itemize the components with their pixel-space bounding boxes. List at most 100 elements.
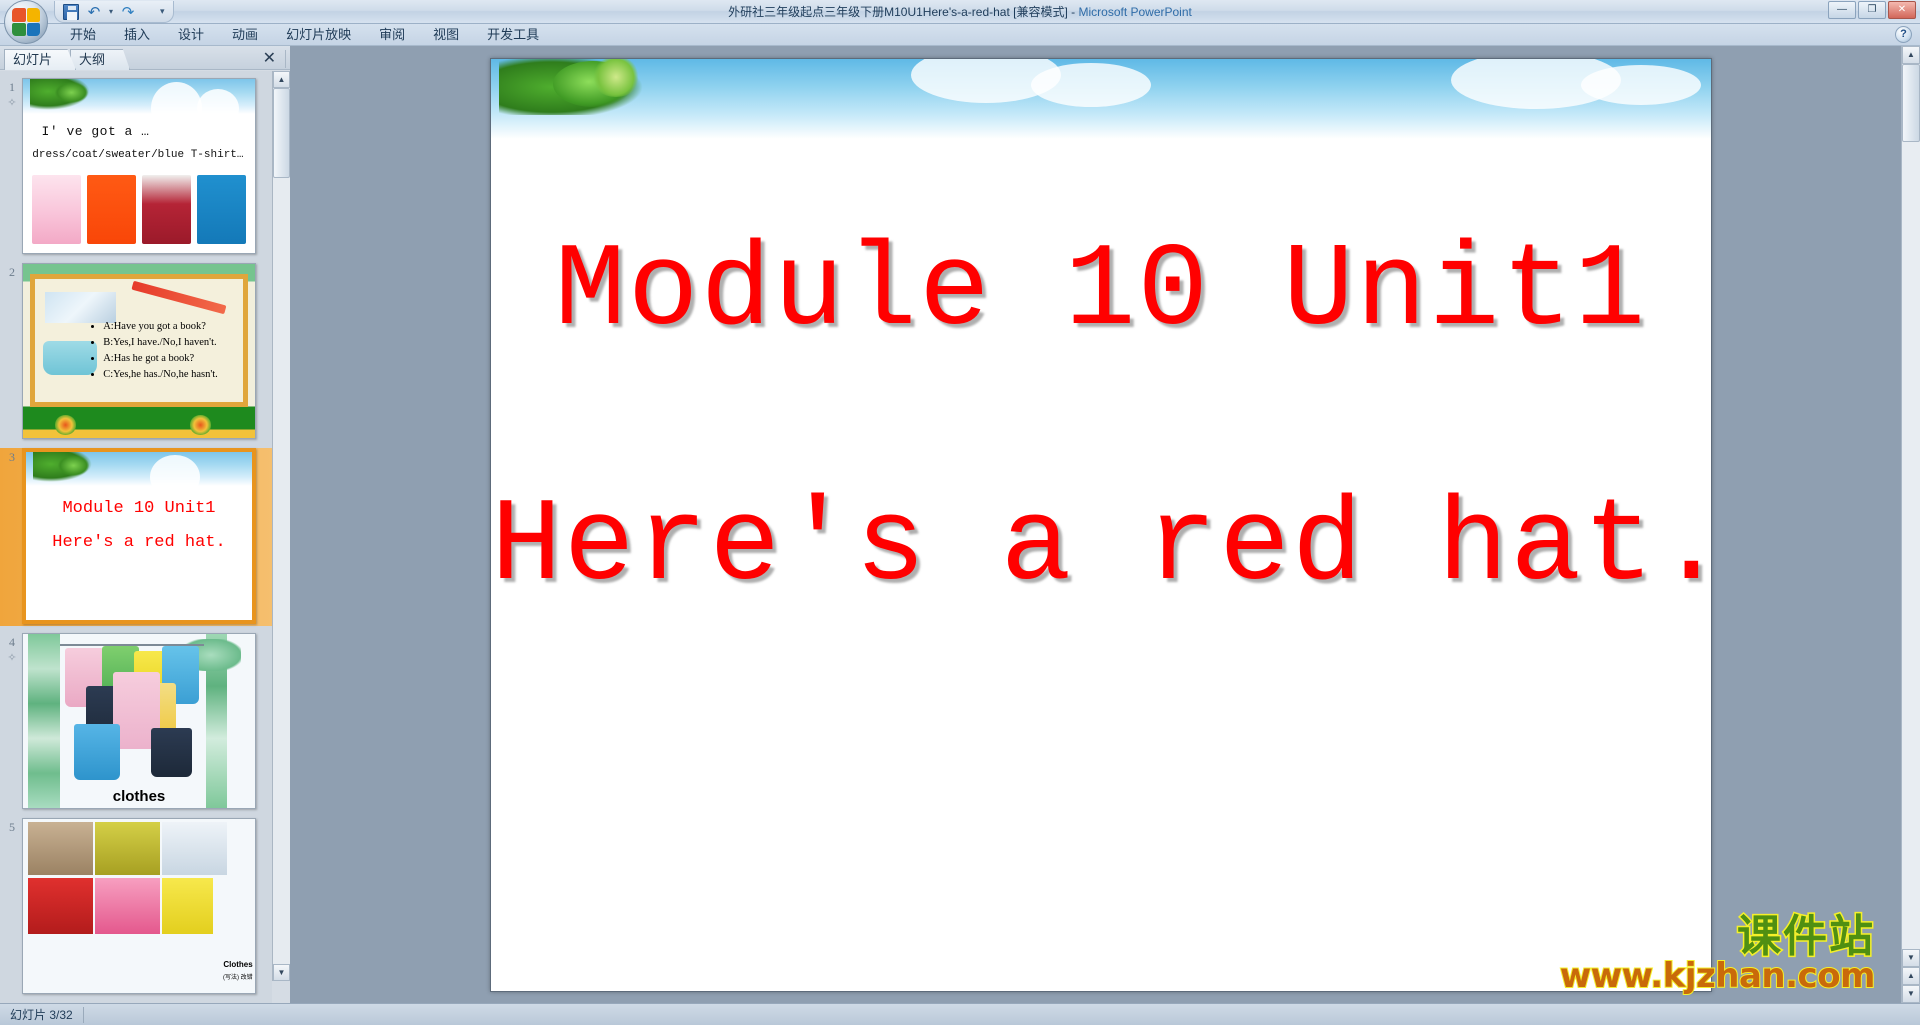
cloud-shape xyxy=(150,82,202,135)
slide3-title: Module 10 Unit1 xyxy=(62,499,216,519)
undo-dropdown-icon[interactable]: ▾ xyxy=(109,7,113,16)
slides-pane-scrollbar[interactable]: ▲ ▼ xyxy=(272,71,290,981)
status-bar: 幻灯片 3/32 xyxy=(0,1003,1920,1025)
slide-counter: 幻灯片 3/32 xyxy=(10,1007,73,1022)
sweater-image xyxy=(142,174,191,245)
slide4-label: clothes xyxy=(112,787,166,805)
slide2-dialogue-list: A:Have you got a book? B:Yes,I have./No,… xyxy=(93,319,237,384)
slide5-sublabel: (写法) 改错 xyxy=(223,974,253,981)
cloud-shape xyxy=(197,89,239,128)
ribbon-tab-bar: 开始 插入 设计 动画 幻灯片放映 审阅 视图 开发工具 ? xyxy=(0,24,1920,46)
window-controls: — ❐ ✕ xyxy=(1828,1,1916,19)
slide-subtitle[interactable]: Here's a red hat. xyxy=(491,489,1711,607)
tab-slideshow[interactable]: 幻灯片放映 xyxy=(272,24,365,46)
window-title-app: Microsoft PowerPoint xyxy=(1078,5,1192,19)
help-icon[interactable]: ? xyxy=(1895,26,1912,43)
animation-star-icon: ✧ xyxy=(7,652,17,664)
dress-image xyxy=(162,878,214,934)
scroll-down-icon[interactable]: ▼ xyxy=(1902,949,1920,967)
sweater-image xyxy=(27,878,93,934)
thumbnail-image: clothes xyxy=(22,633,256,809)
watermark-brand: 课件站 xyxy=(1735,911,1875,963)
leaf-decoration-icon xyxy=(57,455,90,476)
scroll-down-icon[interactable]: ▼ xyxy=(273,964,290,981)
list-item: C:Yes,he has./No,he hasn't. xyxy=(103,367,237,383)
clothing-item xyxy=(74,724,121,781)
thumbnail-image: Clothes (写法) 改错 xyxy=(22,818,256,994)
office-logo-icon xyxy=(12,8,40,36)
tab-review[interactable]: 审阅 xyxy=(365,24,419,46)
next-slide-icon[interactable]: ▼ xyxy=(1902,985,1920,1003)
cloud-shape xyxy=(1581,65,1701,105)
current-slide[interactable]: Module 10 Unit1 Here's a red hat. xyxy=(490,58,1712,992)
redo-icon[interactable]: ↷ xyxy=(120,4,136,20)
minimize-button[interactable]: — xyxy=(1828,1,1856,19)
slide5-label: Clothes xyxy=(223,959,253,969)
status-separator xyxy=(82,1006,84,1023)
trousers-image xyxy=(27,822,93,875)
shirt-image xyxy=(94,822,160,875)
pane-tab-outline[interactable]: 大纲 xyxy=(70,49,130,70)
thumbnail-number: 3 xyxy=(9,450,15,464)
previous-slide-icon[interactable]: ▲ xyxy=(1902,967,1920,985)
watermark: 课件站 www.kjzhan.com xyxy=(1559,911,1877,995)
slide-title[interactable]: Module 10 Unit1 xyxy=(491,234,1711,352)
window-title-separator: - xyxy=(1067,5,1079,19)
thumbnail-list[interactable]: 1 ✧ I' ve got a … dress/coat/sweater/blu… xyxy=(0,71,272,1003)
thumbnail-slide-2[interactable]: 2 A:Have you got a book? B:Yes,I have./N… xyxy=(0,263,272,441)
tab-design[interactable]: 设计 xyxy=(164,24,218,46)
coat-image xyxy=(87,174,136,245)
coat-image xyxy=(94,878,160,934)
tab-developer[interactable]: 开发工具 xyxy=(473,24,553,46)
animation-star-icon: ✧ xyxy=(7,97,17,109)
thumbnail-slide-4[interactable]: 4 ✧ clothes xyxy=(0,633,272,811)
dress-image xyxy=(32,174,81,245)
thumbnail-slide-1[interactable]: 1 ✧ I' ve got a … dress/coat/sweater/blu… xyxy=(0,78,272,256)
window-title-document: 外研社三年级起点三年级下册M10U1Here's-a-red-hat [兼容模式… xyxy=(728,5,1068,19)
scroll-thumb[interactable] xyxy=(273,88,290,178)
save-icon[interactable] xyxy=(63,3,79,20)
clothing-item xyxy=(150,727,193,777)
pane-tab-slides[interactable]: 幻灯片 xyxy=(4,49,76,70)
thumbnail-slide-3[interactable]: 3 Module 10 Unit1 Here's a red hat. xyxy=(0,448,272,626)
thumbnail-image: A:Have you got a book? B:Yes,I have./No,… xyxy=(22,263,256,439)
thumbnail-number: 2 xyxy=(9,265,15,279)
restore-button[interactable]: ❐ xyxy=(1858,1,1886,19)
list-item: A:Has he got a book? xyxy=(103,351,237,367)
scroll-up-icon[interactable]: ▲ xyxy=(1902,46,1920,64)
clothing-images xyxy=(32,174,246,245)
canvas-scrollbar[interactable]: ▲ ▼ ▲ ▼ xyxy=(1901,46,1920,1003)
slide-canvas-area[interactable]: Module 10 Unit1 Here's a red hat. 课件站 ww… xyxy=(290,46,1901,1003)
wheel-decoration-icon xyxy=(55,415,77,435)
slides-pane-tabbar: 幻灯片 大纲 ✕ xyxy=(0,46,290,70)
undo-icon[interactable]: ↶ xyxy=(86,4,102,20)
slide2-board: A:Have you got a book? B:Yes,I have./No,… xyxy=(29,274,249,407)
blouse-image xyxy=(162,822,228,875)
ribbon-tabs: 开始 插入 设计 动画 幻灯片放映 审阅 视图 开发工具 xyxy=(56,24,553,46)
tab-home[interactable]: 开始 xyxy=(56,24,110,46)
tab-animations[interactable]: 动画 xyxy=(218,24,272,46)
ribbon-decoration xyxy=(27,634,61,808)
office-orb-button[interactable] xyxy=(4,0,48,44)
thumbnail-image: I' ve got a … dress/coat/sweater/blue T-… xyxy=(22,78,256,254)
thumbnail-slide-5[interactable]: 5 Clothes (写法) 改错 xyxy=(0,818,272,996)
slides-pane: 幻灯片 大纲 ✕ 1 ✧ I' ve got a … dress/coat/sw… xyxy=(0,46,290,1003)
scroll-thumb[interactable] xyxy=(1902,64,1920,142)
tab-view[interactable]: 视图 xyxy=(419,24,473,46)
close-button[interactable]: ✕ xyxy=(1888,1,1916,19)
slide3-subtitle: Here's a red hat. xyxy=(52,532,226,552)
pencil-image xyxy=(131,280,226,314)
scroll-bottom-group: ▼ ▲ ▼ xyxy=(1902,949,1920,1003)
slide1-line1: I' ve got a … xyxy=(41,124,150,140)
leaf-decoration-icon xyxy=(591,59,641,97)
work-area: 幻灯片 大纲 ✕ 1 ✧ I' ve got a … dress/coat/sw… xyxy=(0,46,1920,1003)
slide1-line2: dress/coat/sweater/blue T-shirt… xyxy=(32,148,244,161)
thumbnail-image: Module 10 Unit1 Here's a red hat. xyxy=(22,448,256,624)
title-bar: 外研社三年级起点三年级下册M10U1Here's-a-red-hat [兼容模式… xyxy=(0,0,1920,24)
window-title: 外研社三年级起点三年级下册M10U1Here's-a-red-hat [兼容模式… xyxy=(0,3,1920,20)
customize-qat-icon[interactable]: ▾ xyxy=(160,6,165,17)
tab-insert[interactable]: 插入 xyxy=(110,24,164,46)
close-pane-icon[interactable]: ✕ xyxy=(263,49,276,67)
scroll-up-icon[interactable]: ▲ xyxy=(273,71,290,88)
list-item: B:Yes,I have./No,I haven't. xyxy=(103,335,237,351)
